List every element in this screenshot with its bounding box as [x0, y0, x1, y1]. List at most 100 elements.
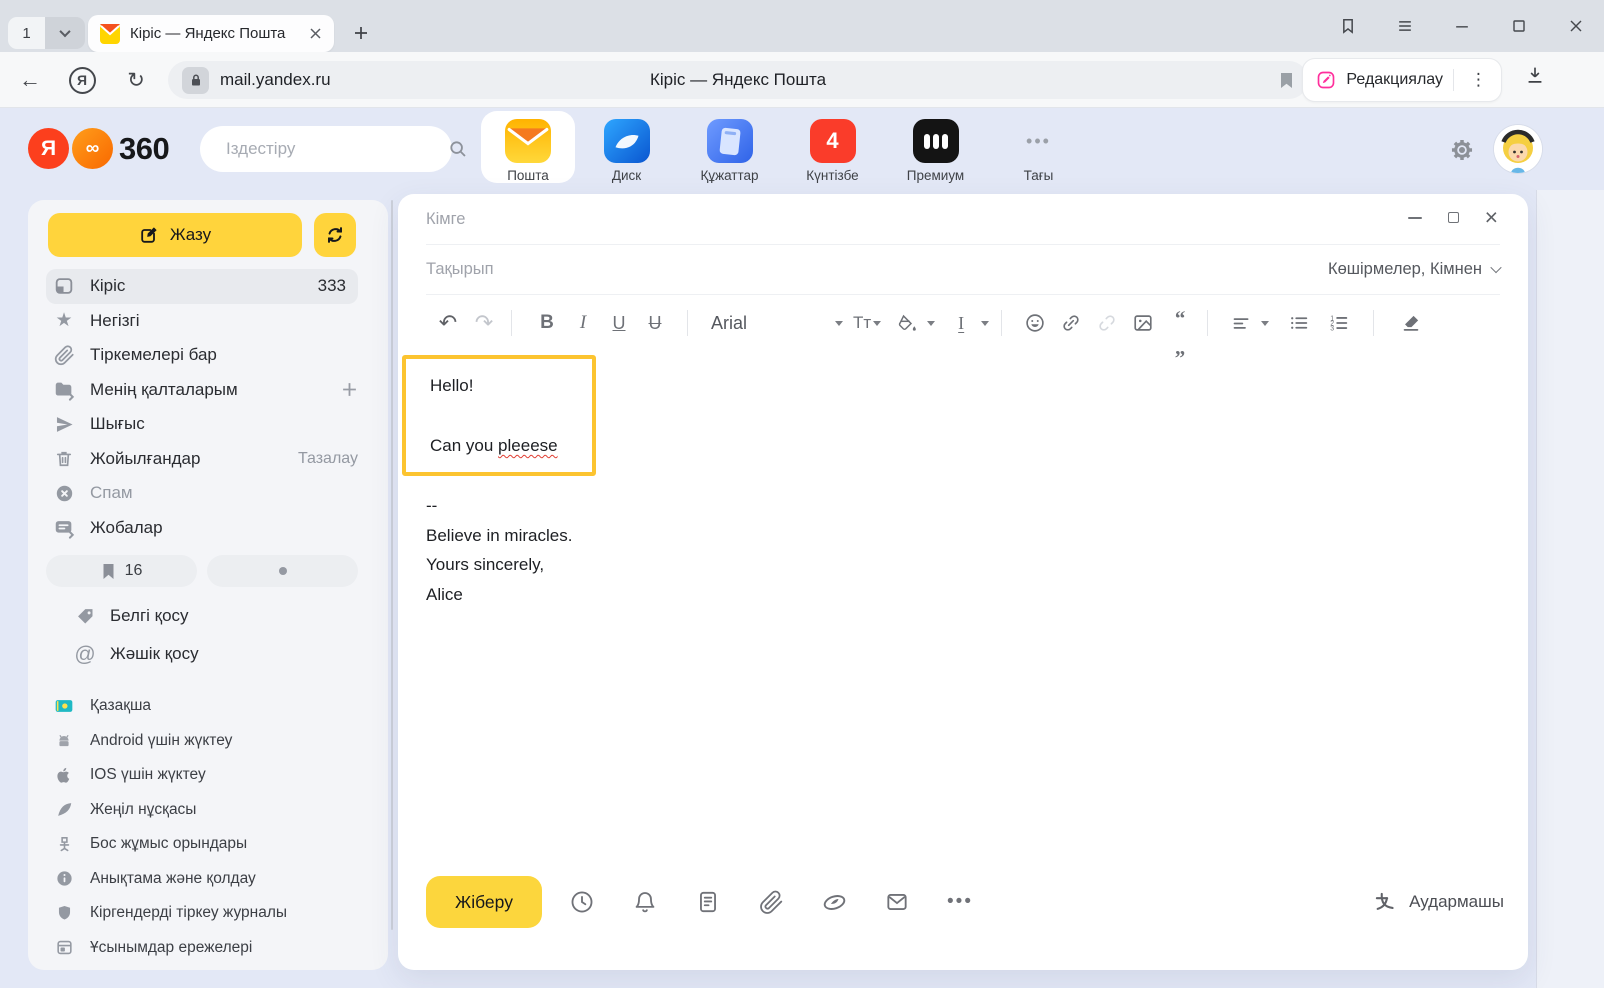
- bookmarks-pill[interactable]: 16: [46, 555, 197, 587]
- popout-compose-icon[interactable]: [1448, 212, 1459, 223]
- scrollbar-gutter[interactable]: [1536, 190, 1604, 988]
- send-button[interactable]: Жіберу: [426, 876, 542, 928]
- edit-button[interactable]: Редакциялау ⋮: [1302, 58, 1502, 102]
- add-mailbox-item[interactable]: @ Жәшік қосу: [28, 635, 388, 673]
- body-line-1[interactable]: Hello!: [430, 376, 473, 396]
- sidebar-item-spam[interactable]: Спам: [28, 476, 388, 511]
- settings-gear-icon[interactable]: [1448, 136, 1476, 164]
- apple-icon: [54, 766, 74, 785]
- link-login-journal[interactable]: Кіргендерді тіркеу журналы: [28, 896, 388, 931]
- app-switcher: Пошта Диск Құжаттар 4 Күнтізбе Премиу: [481, 111, 1090, 183]
- highlighted-text-region[interactable]: Hello! Can you pleeese: [402, 355, 596, 476]
- redo-icon[interactable]: ↷: [466, 306, 502, 340]
- emoji-icon[interactable]: [1017, 306, 1053, 340]
- attach-file-icon[interactable]: [758, 889, 784, 915]
- link-recommendation-rules[interactable]: Ұсынымдар ережелері: [28, 931, 388, 966]
- tab-close-icon[interactable]: [309, 27, 322, 40]
- bold-icon[interactable]: B: [529, 306, 565, 340]
- search-input[interactable]: [226, 139, 447, 159]
- close-compose-icon[interactable]: ×: [1485, 206, 1498, 229]
- app-docs[interactable]: Құжаттар: [678, 111, 781, 183]
- compose-button[interactable]: Жазу: [48, 213, 302, 257]
- link-help-support[interactable]: Анықтама және қолдау: [28, 862, 388, 897]
- tab-counter[interactable]: 1: [8, 17, 85, 49]
- insert-link-icon[interactable]: [1053, 306, 1089, 340]
- browser-tab[interactable]: Кіріс — Яндекс Пошта: [88, 15, 334, 52]
- address-bar[interactable]: mail.yandex.ru Кіріс — Яндекс Пошта: [168, 61, 1308, 99]
- user-avatar[interactable]: [1494, 125, 1542, 173]
- notify-icon[interactable]: [632, 889, 658, 915]
- dot-pill[interactable]: [207, 555, 358, 587]
- sidebar-item-with-attachments[interactable]: Тіркемелері бар: [28, 338, 388, 373]
- close-window-icon[interactable]: [1566, 16, 1586, 36]
- remove-link-icon[interactable]: [1089, 306, 1125, 340]
- sidebar-item-inbox[interactable]: Кіріс 333: [46, 269, 358, 304]
- search-icon[interactable]: [447, 138, 469, 160]
- collapse-compose-icon[interactable]: [1408, 217, 1422, 219]
- add-label-item[interactable]: Белгі қосу: [28, 597, 388, 635]
- link-ios[interactable]: IOS үшін жүктеу: [28, 758, 388, 793]
- more-options-icon[interactable]: ⋮: [1464, 70, 1493, 90]
- signature-block[interactable]: -- Believe in miracles. Yours sincerely,…: [426, 491, 572, 609]
- more-apps-icon: •••: [1016, 119, 1062, 163]
- app-calendar[interactable]: 4 Күнтізбе: [781, 111, 884, 183]
- cc-from-toggle[interactable]: Көшірмелер, Кімнен: [1328, 244, 1500, 294]
- bookmarks-panel-icon[interactable]: [1338, 16, 1358, 36]
- clear-trash-link[interactable]: Тазалау: [298, 450, 358, 468]
- link-language[interactable]: Қазақша: [28, 689, 388, 724]
- sidebar-item-my-folders[interactable]: Менің қалталарым: [28, 373, 388, 408]
- menu-icon[interactable]: [1395, 16, 1415, 36]
- downloads-icon[interactable]: [1524, 64, 1546, 86]
- text-color-icon[interactable]: I: [943, 306, 979, 340]
- translator-button[interactable]: Аудармашы: [1372, 889, 1504, 915]
- bullet-list-icon[interactable]: [1281, 306, 1317, 340]
- link-android[interactable]: Android үшін жүктеу: [28, 724, 388, 759]
- align-icon[interactable]: [1223, 306, 1259, 340]
- app-premium[interactable]: Премиум: [884, 111, 987, 183]
- sidebar-item-sent[interactable]: Шығыс: [28, 407, 388, 442]
- numbered-list-icon[interactable]: 123: [1321, 306, 1357, 340]
- tab-list-button[interactable]: [45, 17, 85, 49]
- font-family-select[interactable]: Arial: [711, 313, 843, 334]
- yandex-home-icon[interactable]: Я: [66, 64, 98, 96]
- back-icon[interactable]: ←: [14, 64, 46, 96]
- template-icon[interactable]: [695, 889, 721, 915]
- font-size-icon[interactable]: Tт: [853, 313, 871, 333]
- undo-icon[interactable]: ↶: [430, 306, 466, 340]
- misspelled-word[interactable]: pleeese: [498, 436, 558, 455]
- link-vacancies[interactable]: Бос жұмыс орындары: [28, 827, 388, 862]
- strikethrough-icon[interactable]: U: [637, 306, 673, 340]
- new-tab-button[interactable]: [346, 18, 376, 48]
- attach-from-mail-icon[interactable]: [884, 889, 910, 915]
- yandex360-logo[interactable]: Я ∞ 360: [28, 128, 169, 169]
- blockquote-icon[interactable]: “„: [1161, 306, 1197, 340]
- sidebar-item-priority[interactable]: ★ Негізгі: [28, 304, 388, 339]
- subject-field[interactable]: Тақырып: [426, 244, 494, 294]
- clear-formatting-icon[interactable]: [1393, 306, 1429, 340]
- add-folder-icon[interactable]: [341, 381, 358, 398]
- minimize-window-icon[interactable]: [1452, 16, 1472, 36]
- refresh-button[interactable]: [314, 213, 356, 257]
- underline-icon[interactable]: U: [601, 306, 637, 340]
- to-field[interactable]: Кімге: [426, 194, 465, 244]
- italic-icon[interactable]: I: [565, 306, 601, 340]
- body-line-2[interactable]: Can you pleeese: [430, 436, 558, 456]
- sidebar-item-drafts[interactable]: Жобалар: [28, 511, 388, 546]
- app-more[interactable]: ••• Тағы: [987, 111, 1090, 183]
- highlight-color-icon[interactable]: [889, 306, 925, 340]
- app-mail[interactable]: Пошта: [481, 111, 575, 183]
- sidebar-item-trash[interactable]: Жойылғандар Тазалау: [28, 442, 388, 477]
- maximize-window-icon[interactable]: [1509, 16, 1529, 36]
- reload-icon[interactable]: ↻: [120, 64, 152, 96]
- link-light-version[interactable]: Жеңіл нұсқасы: [28, 793, 388, 828]
- shield-icon: [54, 904, 74, 923]
- more-actions-icon[interactable]: •••: [947, 889, 973, 915]
- app-disk[interactable]: Диск: [575, 111, 678, 183]
- tab-count[interactable]: 1: [8, 17, 45, 49]
- insert-image-icon[interactable]: [1125, 306, 1161, 340]
- bookmark-icon[interactable]: [1279, 72, 1294, 89]
- attach-from-disk-icon[interactable]: [821, 889, 847, 915]
- sidebar-scrollbar[interactable]: [391, 200, 393, 930]
- schedule-send-icon[interactable]: [569, 889, 595, 915]
- search-box[interactable]: [200, 126, 452, 172]
